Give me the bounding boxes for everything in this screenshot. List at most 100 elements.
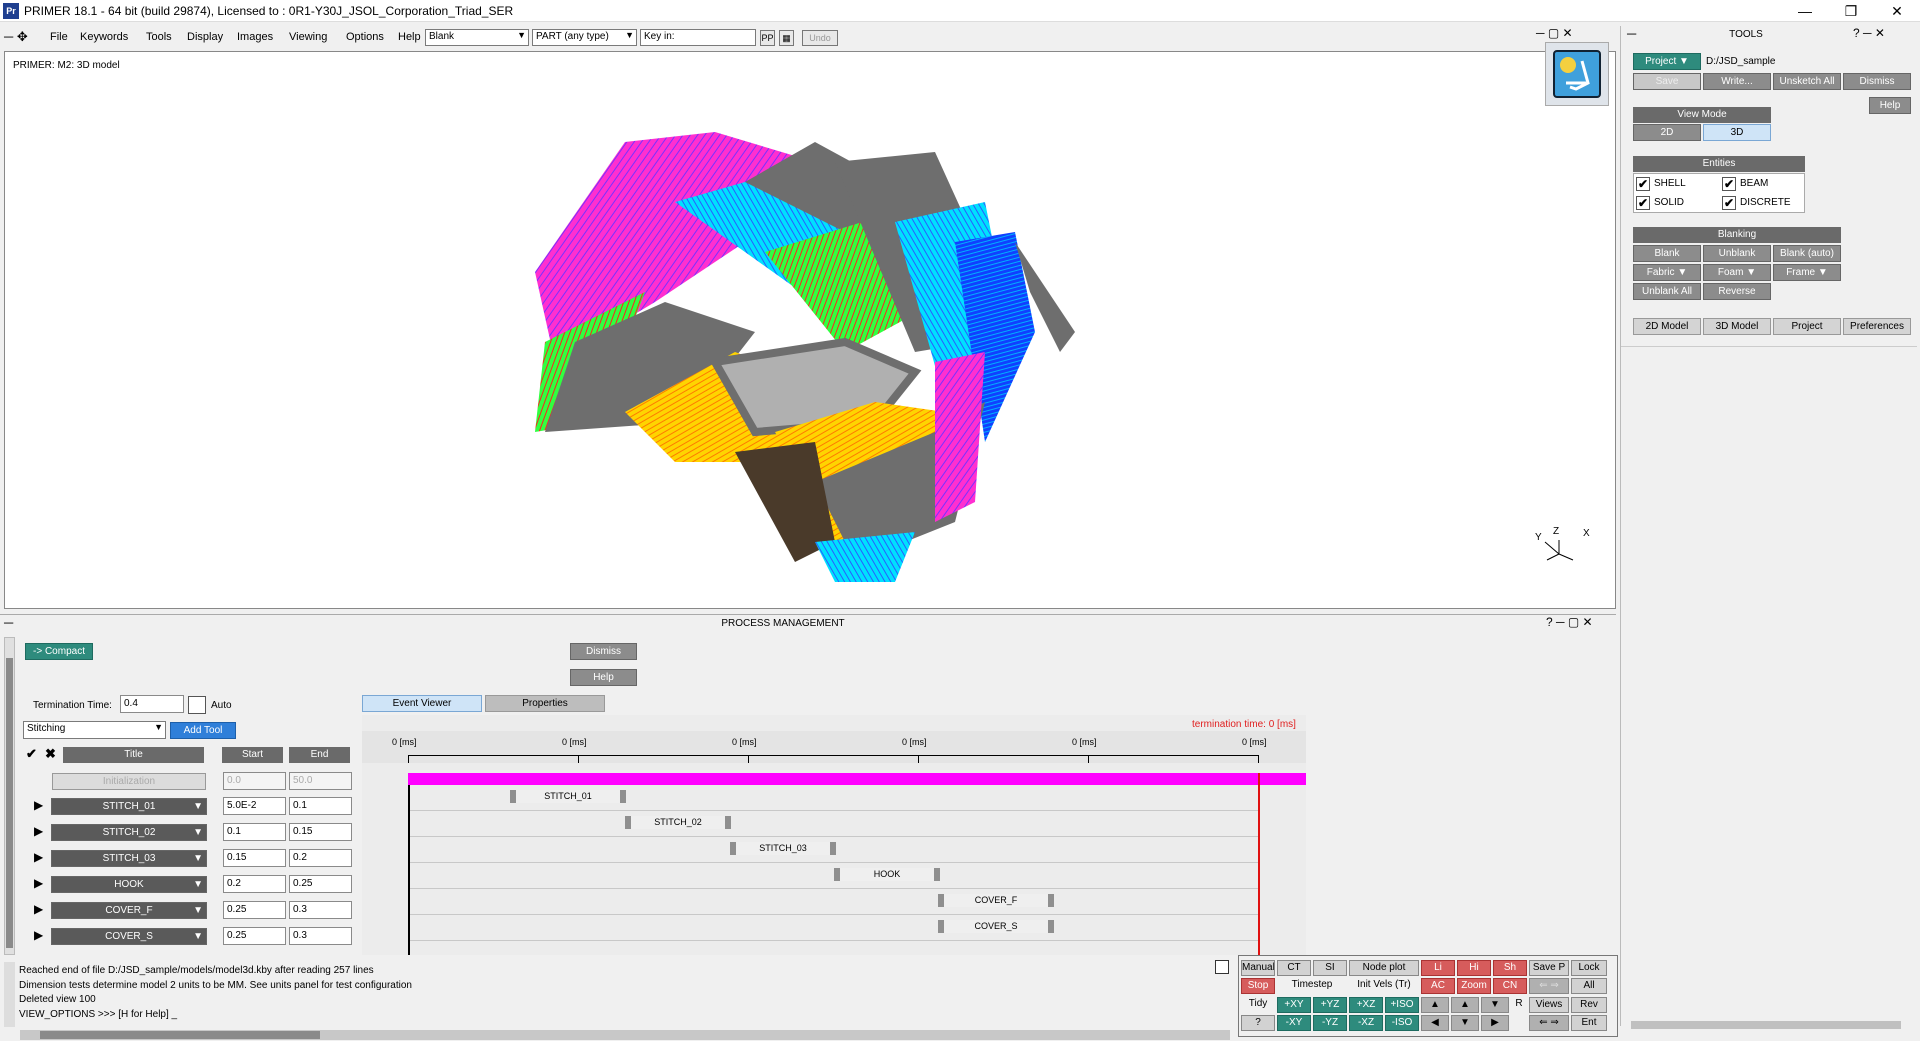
unsketch-all-button[interactable]: Unsketch All [1773, 73, 1841, 90]
project-button[interactable]: Project ▼ [1633, 53, 1701, 70]
si-button[interactable]: SI [1313, 960, 1347, 976]
console-toggle[interactable] [1215, 960, 1229, 974]
event-tag[interactable]: STITCH_02 [625, 816, 731, 829]
arrow-up-icon[interactable]: ▲ [1451, 997, 1479, 1013]
arrows-icon[interactable]: ⇐ ⇒ [1529, 1015, 1569, 1031]
graphics-viewport[interactable]: PRIMER: M2: 3D model Y Z X [4, 42, 1616, 609]
auto-checkbox[interactable] [188, 696, 206, 714]
discrete-checkbox[interactable]: ✔ [1722, 196, 1736, 210]
views-button[interactable]: Views [1529, 997, 1569, 1013]
tools-help-button[interactable]: Help [1869, 97, 1911, 114]
seat-model-icon[interactable] [1545, 42, 1609, 106]
menu-options[interactable]: Options [346, 31, 384, 43]
plus-xy-button[interactable]: +XY [1277, 997, 1311, 1013]
init-vels-button[interactable]: Init Vels (Tr) [1349, 978, 1419, 994]
event-timeline[interactable]: termination time: 0 [ms] 0 [ms] 0 [ms] 0… [362, 715, 1306, 955]
close-button[interactable]: ✕ [1874, 0, 1920, 22]
event-title-select[interactable]: HOOK ▼ [51, 876, 207, 893]
event-end-input[interactable]: 0.1 [289, 797, 352, 815]
reverse-button[interactable]: Reverse [1703, 283, 1771, 300]
dismiss-tools-button[interactable]: Dismiss [1843, 73, 1911, 90]
play-icon[interactable]: ▶ [34, 876, 43, 890]
tool-type-select[interactable]: Stitching ▼ [23, 721, 166, 739]
pp-button[interactable]: PP [760, 30, 775, 46]
cn-button[interactable]: CN [1493, 978, 1527, 994]
pick-icon[interactable]: ▦ [779, 30, 794, 46]
timestep-button[interactable]: Timestep [1277, 978, 1347, 994]
play-icon[interactable]: ▶ [34, 902, 43, 916]
arrow-down-icon[interactable]: ▼ [1481, 997, 1509, 1013]
ct-button[interactable]: CT [1277, 960, 1311, 976]
event-tag[interactable]: STITCH_01 [510, 790, 626, 803]
event-title-select[interactable]: COVER_S ▼ [51, 928, 207, 945]
zoom-button[interactable]: Zoom [1457, 978, 1491, 994]
minus-yz-button[interactable]: -YZ [1313, 1015, 1347, 1031]
console-scrollbar[interactable] [4, 962, 15, 1027]
event-tag[interactable]: STITCH_03 [730, 842, 836, 855]
menu-viewing[interactable]: Viewing [289, 31, 327, 43]
mode-3d-button[interactable]: 3D [1703, 124, 1771, 141]
beam-checkbox[interactable]: ✔ [1722, 177, 1736, 191]
event-title-select[interactable]: COVER_F ▼ [51, 902, 207, 919]
fabric-button[interactable]: Fabric ▼ [1633, 264, 1701, 281]
manual-button[interactable]: Manual [1241, 960, 1275, 976]
compact-button[interactable]: -> Compact [25, 643, 93, 660]
menu-file[interactable]: File [50, 31, 68, 43]
hi-button[interactable]: Hi [1457, 960, 1491, 976]
uncheck-all-icon[interactable]: ✖ [45, 746, 56, 762]
event-title-select[interactable]: STITCH_02 ▼ [51, 824, 207, 841]
arrow-right-icon[interactable]: ▶ [1481, 1015, 1509, 1031]
tab-properties[interactable]: Properties [485, 695, 605, 712]
event-start-input[interactable]: 0.1 [223, 823, 286, 841]
event-end-input[interactable]: 0.15 [289, 823, 352, 841]
menu-help[interactable]: Help [398, 31, 421, 43]
event-start-input[interactable]: 0.2 [223, 875, 286, 893]
tab-preferences[interactable]: Preferences [1843, 318, 1911, 335]
shell-checkbox[interactable]: ✔ [1636, 177, 1650, 191]
minus-xz-button[interactable]: -XZ [1349, 1015, 1383, 1031]
event-title-select[interactable]: STITCH_03 ▼ [51, 850, 207, 867]
r-button[interactable]: R [1511, 997, 1527, 1013]
arrow-up-left-icon[interactable]: ▲ [1421, 997, 1449, 1013]
tidy-button[interactable]: Tidy [1241, 997, 1275, 1013]
event-start-input[interactable]: 5.0E-2 [223, 797, 286, 815]
write-button[interactable]: Write... [1703, 73, 1771, 90]
undo-button[interactable]: Undo [802, 30, 838, 46]
maximize-button[interactable]: ❐ [1828, 0, 1874, 22]
stop-button[interactable]: Stop [1241, 978, 1275, 994]
menu-tools[interactable]: Tools [146, 31, 172, 43]
plus-iso-button[interactable]: +ISO [1385, 997, 1419, 1013]
arrow-down-icon[interactable]: ▼ [1451, 1015, 1479, 1031]
event-end-input[interactable]: 0.3 [289, 901, 352, 919]
event-title-select[interactable]: STITCH_01 ▼ [51, 798, 207, 815]
play-icon[interactable]: ▶ [34, 798, 43, 812]
play-icon[interactable]: ▶ [34, 928, 43, 942]
question-button[interactable]: ? [1241, 1015, 1275, 1031]
event-tag[interactable]: HOOK [834, 868, 940, 881]
dismiss-button[interactable]: Dismiss [570, 643, 637, 660]
scrollbar-thumb[interactable] [6, 658, 13, 948]
minus-iso-button[interactable]: -ISO [1385, 1015, 1419, 1031]
scrollbar-thumb[interactable] [40, 1031, 320, 1039]
horizontal-scrollbar[interactable] [1631, 1021, 1901, 1029]
event-tag[interactable]: COVER_F [938, 894, 1054, 907]
console-hscrollbar[interactable] [20, 1030, 1230, 1040]
menu-keywords[interactable]: Keywords [80, 31, 128, 43]
event-end-input[interactable]: 0.25 [289, 875, 352, 893]
unblank-button[interactable]: Unblank [1703, 245, 1771, 262]
event-start-input[interactable]: 0.15 [223, 849, 286, 867]
event-end-input[interactable]: 0.2 [289, 849, 352, 867]
arrow-left-icon[interactable]: ◀ [1421, 1015, 1449, 1031]
add-tool-button[interactable]: Add Tool [170, 722, 236, 739]
part-combo[interactable]: PART (any type) ▼ [532, 29, 637, 46]
arrows-icon[interactable]: ⇐ ⇒ [1529, 978, 1569, 994]
node-plot-button[interactable]: Node plot [1349, 960, 1419, 976]
minus-xy-button[interactable]: -XY [1277, 1015, 1311, 1031]
blank-button[interactable]: Blank [1633, 245, 1701, 262]
all-button[interactable]: All [1571, 978, 1607, 994]
plus-yz-button[interactable]: +YZ [1313, 997, 1347, 1013]
play-icon[interactable]: ▶ [34, 850, 43, 864]
rev-button[interactable]: Rev [1571, 997, 1607, 1013]
event-start-input[interactable]: 0.25 [223, 927, 286, 945]
li-button[interactable]: Li [1421, 960, 1455, 976]
